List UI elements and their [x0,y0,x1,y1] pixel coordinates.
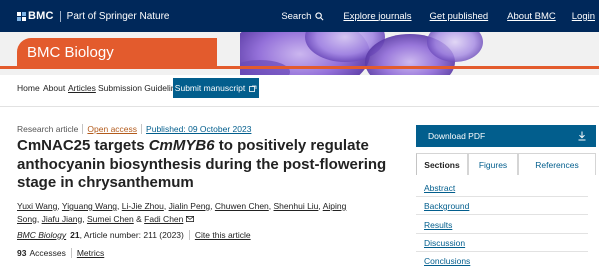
section-divider [416,214,588,215]
author-link[interactable]: Yuxi Wang [17,201,57,211]
meta-divider [82,124,84,134]
section-link-results[interactable]: Results [424,220,452,230]
section-link-conclusions[interactable]: Conclusions [424,256,470,266]
section-link-abstract[interactable]: Abstract [424,183,455,193]
site-header: BMC Part of Springer Nature Search Explo… [0,0,599,32]
get-published-link[interactable]: Get published [430,11,489,22]
search-label: Search [281,10,312,22]
metrics-link[interactable]: Metrics [77,248,104,258]
section-divider [416,233,588,234]
section-link-background[interactable]: Background [424,201,469,211]
author-link[interactable]: Yiguang Wang [62,201,117,211]
author-link[interactable]: Sumei Chen [87,214,134,224]
download-pdf-button[interactable]: Download PDF [416,125,596,147]
article-number: , Article number: 211 (2023) [79,230,184,240]
author-list: Yuxi Wang, Yiguang Wang, Li-Jie Zhou, Ji… [17,201,347,224]
search-button[interactable]: Search [281,11,324,22]
download-pdf-label: Download PDF [428,131,486,141]
nav-about[interactable]: About [43,83,65,93]
author-link[interactable]: Shenhui Liu [274,201,319,211]
author-link[interactable]: Jialin Peng [169,201,211,211]
external-link-icon [249,85,257,92]
metrics-divider [70,248,72,258]
journal-title-tab[interactable]: BMC Biology [17,38,217,66]
email-icon[interactable] [185,216,194,223]
section-divider [416,196,588,197]
bmc-logo-icon [17,11,26,21]
nav-home[interactable]: Home [17,83,40,93]
author-link[interactable]: Chuwen Chen [215,201,269,211]
author-link[interactable]: Fadi Chen [144,214,183,224]
accesses-label: Accesses [29,248,66,258]
article-title: CmNAC25 targets CmMYB6 to positively reg… [17,137,387,193]
about-bmc-link[interactable]: About BMC [507,11,556,22]
bmc-brand[interactable]: BMC Part of Springer Nature [17,10,169,22]
author-link[interactable]: Jiafu Jiang [42,214,83,224]
journal-link[interactable]: BMC Biology [17,230,66,240]
accesses-count: 93 [17,248,27,258]
tab-references[interactable]: References [518,153,596,175]
submit-manuscript-label: Submit manuscript [174,83,246,93]
title-part-1: CmNAC25 targets [17,137,149,154]
search-icon [315,11,324,20]
section-link-discussion[interactable]: Discussion [424,238,465,248]
open-access-link[interactable]: Open access [87,124,137,134]
tab-sections[interactable]: Sections [416,153,468,175]
bmc-logo: BMC [17,10,54,22]
springer-nature-tagline: Part of Springer Nature [66,10,170,22]
citation-row: BMC Biology 21 , Article number: 211 (20… [17,230,251,240]
meta-divider [141,124,143,134]
metrics-row: 93 Accesses Metrics [17,248,104,258]
title-gene-name: CmMYB6 [148,137,215,154]
explore-journals-link[interactable]: Explore journals [343,11,411,22]
top-navigation: Search Explore journals Get published Ab… [281,0,599,32]
nav-articles[interactable]: Articles [68,83,96,93]
article-meta: Research article Open access Published: … [17,124,251,134]
brand-divider [59,10,61,22]
journal-title: BMC Biology [27,43,114,61]
sidebar-tabs: Sections Figures References [416,153,596,175]
download-icon [578,131,586,141]
cite-this-article-link[interactable]: Cite this article [195,230,251,240]
volume-number: 21 [70,230,80,240]
article-type: Research article [17,124,79,134]
section-divider [416,251,588,252]
citation-divider [188,230,190,240]
journal-navigation: Home About Articles Submission Guideline… [0,69,599,107]
nav-submission-guidelines[interactable]: Submission Guidelines [98,83,184,93]
tab-figures[interactable]: Figures [468,153,518,175]
login-link[interactable]: Login [572,11,595,22]
submit-manuscript-button[interactable]: Submit manuscript [173,78,259,98]
bmc-logo-text: BMC [28,10,54,22]
published-date-link[interactable]: Published: 09 October 2023 [146,124,251,134]
author-link[interactable]: Li-Jie Zhou [122,201,164,211]
